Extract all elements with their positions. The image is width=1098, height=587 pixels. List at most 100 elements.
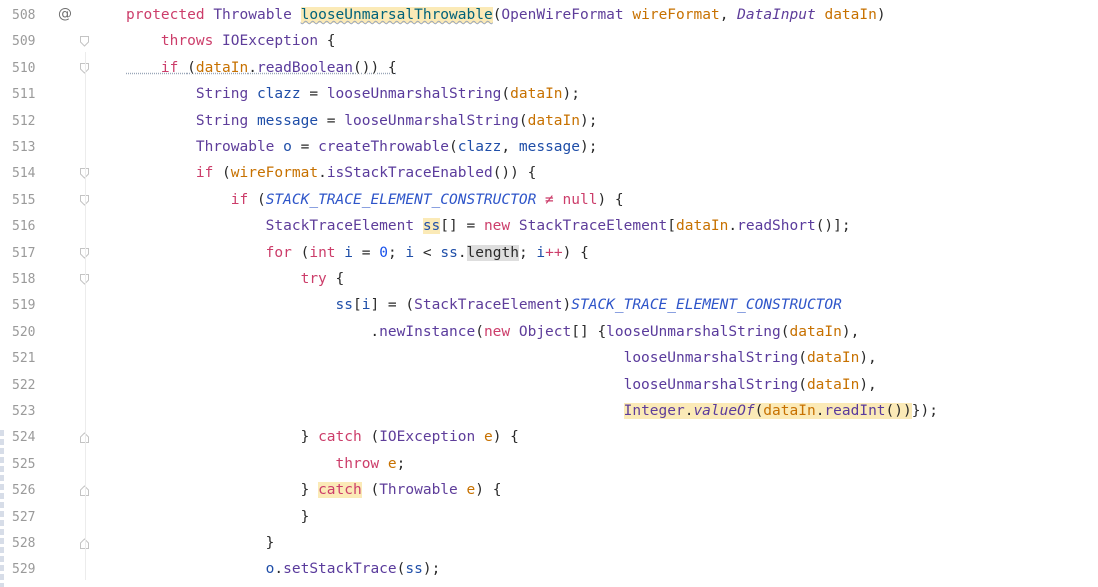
code-text[interactable]: throws IOException { (126, 33, 336, 49)
code-text[interactable]: throw e; (126, 456, 406, 472)
code-text[interactable]: if (wireFormat.isStackTraceEnabled()) { (126, 165, 537, 182)
indent-guide (85, 52, 86, 581)
line-number[interactable]: 512 (12, 114, 42, 129)
code-token: length (466, 244, 519, 261)
line-number[interactable]: 518 (12, 272, 42, 287)
line-number[interactable]: 517 (12, 246, 42, 261)
code-line-row[interactable]: 519 ss[i] = (StackTraceElement)STACK_TRA… (0, 294, 1098, 320)
line-number[interactable]: 508 (12, 8, 42, 23)
code-text[interactable]: ss[i] = (StackTraceElement)STACK_TRACE_E… (126, 297, 842, 313)
code-line-row[interactable]: 525 throw e; (0, 453, 1098, 479)
code-token: ()) { (492, 165, 537, 182)
code-token: Throwable (126, 139, 284, 155)
code-text[interactable]: StackTraceElement ss[] = new StackTraceE… (126, 218, 851, 235)
code-token: . (248, 59, 257, 76)
code-line-row[interactable]: 526 } catch (Throwable e) { (0, 479, 1098, 505)
code-token: DataInput (737, 7, 825, 23)
code-token: ) { (597, 191, 624, 208)
code-token: ss (440, 244, 458, 261)
code-text[interactable]: if (STACK_TRACE_ELEMENT_CONSTRUCTOR ≠ nu… (126, 192, 624, 208)
line-number[interactable]: 523 (12, 404, 42, 419)
code-line-row[interactable]: 527 } (0, 506, 1098, 532)
code-text[interactable]: Throwable o = createThrowable(clazz, mes… (126, 139, 598, 155)
code-text[interactable]: } catch (Throwable e) { (126, 482, 502, 499)
code-token: ), (859, 376, 877, 393)
code-token: IOException (222, 33, 327, 50)
code-token: if (126, 191, 257, 208)
code-text[interactable]: } (126, 535, 275, 551)
code-line-row[interactable]: 509 throws IOException { (0, 30, 1098, 56)
code-token: ss (405, 561, 423, 578)
code-token: IOException (379, 429, 484, 446)
code-token: String (126, 112, 257, 129)
code-token: looseUnmarshalString (344, 112, 519, 129)
code-text[interactable]: try { (126, 271, 345, 287)
code-text[interactable]: protected Throwable looseUnmarsalThrowab… (126, 7, 886, 23)
code-line-row[interactable]: 513 Throwable o = createThrowable(clazz,… (0, 136, 1098, 162)
code-line-row[interactable]: 524 } catch (IOException e) { (0, 426, 1098, 452)
line-number[interactable]: 516 (12, 219, 42, 234)
code-token: ; (518, 244, 537, 261)
line-number[interactable]: 527 (12, 510, 42, 525)
code-line-row[interactable]: 528 } (0, 532, 1098, 558)
code-text[interactable]: looseUnmarshalString(dataIn), (126, 377, 877, 393)
line-number[interactable]: 521 (12, 351, 42, 366)
code-text[interactable]: String clazz = looseUnmarshalString(data… (126, 86, 580, 102)
line-number[interactable]: 513 (12, 140, 42, 155)
code-text[interactable]: } (126, 509, 310, 525)
code-line-row[interactable]: 516 StackTraceElement ss[] = new StackTr… (0, 215, 1098, 241)
code-line-row[interactable]: 522 looseUnmarshalString(dataIn), (0, 374, 1098, 400)
code-token: ; (387, 244, 406, 261)
code-token: if (126, 59, 188, 76)
code-token: int (309, 244, 345, 261)
override-marker-icon[interactable]: @ (58, 6, 72, 22)
code-token: StackTraceElement (518, 218, 668, 235)
line-number[interactable]: 529 (12, 562, 42, 577)
code-line-row[interactable]: 514 if (wireFormat.isStackTraceEnabled()… (0, 162, 1098, 188)
code-text[interactable]: o.setStackTrace(ss); (126, 561, 441, 578)
code-token: ), (841, 323, 860, 340)
code-line-row[interactable]: 529 o.setStackTrace(ss); (0, 558, 1098, 584)
line-number[interactable]: 526 (12, 483, 42, 498)
line-number[interactable]: 511 (12, 87, 42, 102)
code-line-row[interactable]: 508 @ protected Throwable looseUnmarsalThr… (0, 4, 1098, 30)
code-line-row[interactable]: 523 Integer.valueOf(dataIn.readInt())}); (0, 400, 1098, 426)
line-number[interactable]: 528 (12, 536, 42, 551)
code-line-row[interactable]: 512 String message = looseUnmarshalStrin… (0, 110, 1098, 136)
line-number[interactable]: 510 (12, 61, 42, 76)
code-token: dataIn (806, 376, 860, 393)
code-line-row[interactable]: 515 if (STACK_TRACE_ELEMENT_CONSTRUCTOR … (0, 189, 1098, 215)
code-text[interactable]: Integer.valueOf(dataIn.readInt())}); (126, 403, 938, 419)
code-token: . (728, 218, 738, 235)
code-line-row[interactable]: 518 try { (0, 268, 1098, 294)
code-text[interactable]: looseUnmarshalString(dataIn), (126, 350, 877, 366)
line-number[interactable]: 520 (12, 325, 42, 340)
line-number[interactable]: 519 (12, 298, 42, 313)
line-number[interactable]: 525 (12, 457, 42, 472)
line-number[interactable]: 515 (12, 193, 42, 208)
line-number[interactable]: 522 (12, 378, 42, 393)
line-number[interactable]: 514 (12, 166, 42, 181)
code-token: dataIn (806, 350, 860, 367)
code-line-row[interactable]: 521 looseUnmarshalString(dataIn), (0, 347, 1098, 373)
code-text[interactable]: } catch (IOException e) { (126, 429, 519, 445)
code-text[interactable]: if (dataIn.readBoolean()) { (126, 60, 397, 76)
fold-collapse-icon[interactable] (80, 36, 89, 48)
code-token: ) (876, 7, 886, 23)
code-text[interactable]: String message = looseUnmarshalString(da… (126, 112, 598, 129)
code-line-row[interactable]: 510 if (dataIn.readBoolean()) { (0, 57, 1098, 83)
code-text[interactable]: for (int i = 0; i < ss.length; i++) { (126, 244, 589, 261)
code-line-row[interactable]: 511 String clazz = looseUnmarshalString(… (0, 83, 1098, 109)
code-line-row[interactable]: 520 .newInstance(new Object[] {looseUnma… (0, 321, 1098, 347)
line-number[interactable]: 509 (12, 34, 42, 49)
code-token: } (126, 429, 319, 446)
line-number[interactable]: 524 (12, 430, 42, 445)
code-text[interactable]: .newInstance(new Object[] {looseUnmarsha… (126, 324, 859, 340)
code-token: looseUnmarshalString (606, 323, 781, 340)
code-token: isStackTraceEnabled (326, 165, 493, 182)
code-line-row[interactable]: 517 for (int i = 0; i < ss.length; i++) … (0, 242, 1098, 268)
code-token: ) { (475, 482, 502, 499)
code-token: ( (798, 376, 807, 393)
code-editor[interactable]: 508 @ protected Throwable looseUnmarsalThr… (0, 0, 1098, 587)
code-token: ) (562, 297, 572, 314)
